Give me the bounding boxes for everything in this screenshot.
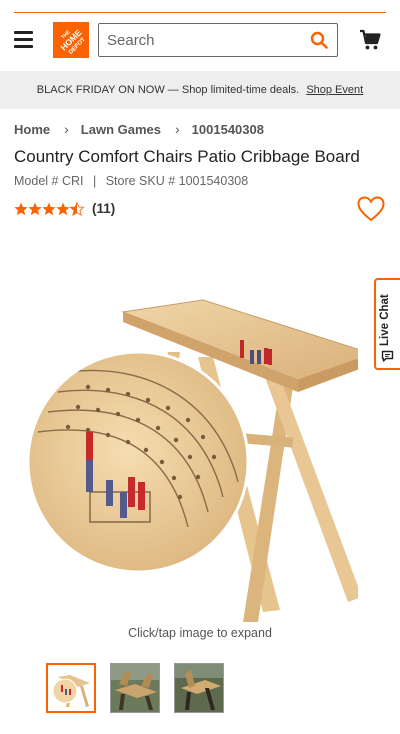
- promo-banner-text: BLACK FRIDAY ON NOW — Shop limited-time …: [36, 84, 300, 96]
- half-star-icon: [69, 201, 84, 216]
- chevron-right-icon: ›: [64, 121, 69, 137]
- model-number: Model # CRI: [14, 174, 84, 188]
- breadcrumb-home[interactable]: Home: [14, 122, 50, 137]
- star-icon: [28, 202, 42, 215]
- search-input[interactable]: [107, 30, 302, 50]
- breadcrumb-lawn-games[interactable]: Lawn Games: [81, 122, 161, 137]
- search-box: [98, 23, 338, 57]
- promo-banner: BLACK FRIDAY ON NOW — Shop limited-time …: [0, 71, 400, 109]
- home-depot-logo[interactable]: THE HOME DEPOT: [53, 22, 89, 58]
- chat-bubble-icon: [381, 350, 394, 362]
- thumbnail-3[interactable]: [174, 663, 224, 713]
- chevron-right-icon: ›: [175, 121, 180, 137]
- search-icon[interactable]: [310, 31, 328, 49]
- menu-icon[interactable]: [14, 31, 33, 50]
- cart-icon[interactable]: [359, 29, 381, 51]
- site-header: THE HOME DEPOT: [0, 13, 400, 71]
- product-image[interactable]: [28, 292, 358, 622]
- rating-stars: [14, 201, 84, 216]
- meta-divider: |: [92, 174, 97, 188]
- product-title: Country Comfort Chairs Patio Cribbage Bo…: [14, 147, 360, 166]
- star-icon: [56, 202, 70, 215]
- heart-icon[interactable]: [357, 196, 385, 222]
- thumbnail-strip: [46, 663, 238, 713]
- star-icon: [14, 202, 28, 215]
- store-sku: Store SKU # 1001540308: [105, 174, 249, 188]
- rating[interactable]: (11): [14, 201, 115, 216]
- breadcrumb: Home › Lawn Games › 1001540308: [14, 121, 264, 137]
- product-meta: Model # CRI | Store SKU # 1001540308: [14, 174, 248, 188]
- star-icon: [42, 202, 56, 215]
- thumbnail-1[interactable]: [46, 663, 96, 713]
- rating-count[interactable]: (11): [92, 201, 115, 216]
- shop-event-link[interactable]: Shop Event: [306, 84, 363, 96]
- live-chat-label: Live Chat: [379, 294, 391, 346]
- live-chat-button[interactable]: Live Chat: [374, 278, 400, 370]
- breadcrumb-sku[interactable]: 1001540308: [192, 122, 264, 137]
- image-caption: Click/tap image to expand: [128, 626, 272, 640]
- thumbnail-2[interactable]: [110, 663, 160, 713]
